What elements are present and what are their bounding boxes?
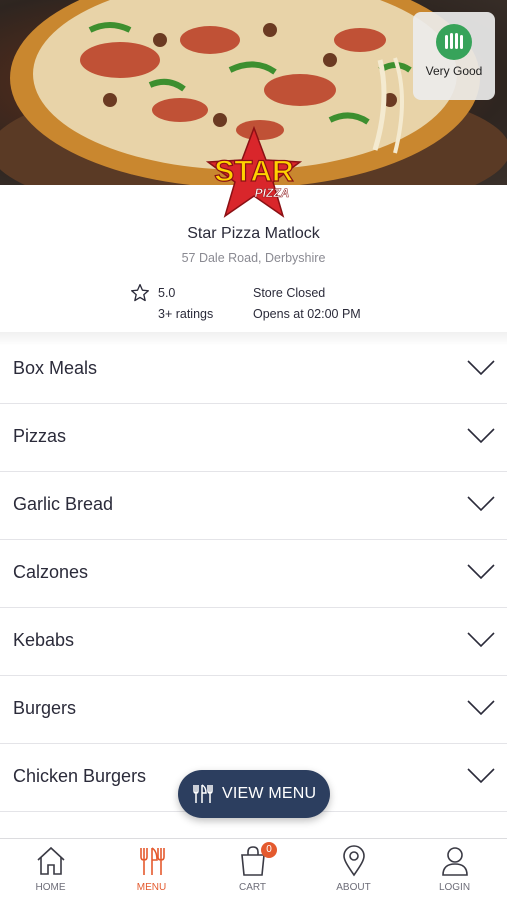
nav-label-home: HOME	[35, 882, 66, 893]
category-label: Chicken Burgers	[13, 766, 147, 786]
chevron-down-icon	[467, 496, 495, 512]
store-status-block: Store Closed Opens at 02:00 PM	[253, 283, 413, 325]
category-label: Garlic Bread	[13, 494, 114, 514]
category-label: Box Meals	[13, 358, 98, 378]
rating-count: 3+ ratings	[158, 307, 214, 321]
nav-label-cart: CART	[238, 882, 267, 893]
category-item-pizzas[interactable]: Pizzas	[0, 404, 507, 472]
hygiene-icon	[436, 24, 472, 60]
category-item-garlic-bread[interactable]: Garlic Bread	[0, 472, 507, 540]
nav-label-about: ABOUT	[336, 882, 371, 893]
category-label: Calzones	[13, 562, 89, 582]
category-item-calzones[interactable]: Calzones	[0, 540, 507, 608]
category-label: Burgers	[13, 698, 77, 718]
chevron-down-icon	[467, 360, 495, 376]
category-label: Kebabs	[13, 630, 75, 650]
location-pin-icon	[343, 845, 365, 877]
view-menu-label: VIEW MENU	[222, 785, 317, 802]
cart-count-badge: 0	[261, 842, 277, 858]
nav-item-menu[interactable]: MENU	[101, 839, 202, 900]
star-icon	[131, 284, 149, 302]
logo-text: STAR	[214, 155, 294, 188]
hygiene-rating-label: Very Good	[425, 64, 483, 78]
nav-item-cart[interactable]: 0 CART	[202, 839, 303, 900]
category-item-kebabs[interactable]: Kebabs	[0, 608, 507, 676]
nav-item-home[interactable]: HOME	[0, 839, 101, 900]
logo-subtext: PIZZA	[255, 186, 290, 200]
nav-label-menu: MENU	[136, 882, 167, 893]
nav-label-login: LOGIN	[438, 882, 471, 893]
home-icon	[37, 846, 65, 875]
category-list: Box Meals Pizzas Garlic Bread Calzones K…	[0, 336, 507, 812]
store-name: Star Pizza Matlock	[187, 225, 320, 242]
bottom-navigation: HOME MENU 0 CART ABOUT LOGIN	[0, 838, 507, 900]
chevron-down-icon	[467, 768, 495, 784]
store-opening-time: Opens at 02:00 PM	[253, 307, 361, 321]
rating-block: 5.0 3+ ratings	[130, 283, 240, 325]
chevron-down-icon	[467, 632, 495, 648]
chevron-down-icon	[467, 700, 495, 716]
category-label: Pizzas	[13, 426, 67, 446]
view-menu-button[interactable]: VIEW MENU	[178, 770, 330, 818]
rating-value: 5.0	[158, 286, 176, 300]
category-item-burgers[interactable]: Burgers	[0, 676, 507, 744]
chevron-down-icon	[467, 428, 495, 444]
cutlery-icon	[193, 784, 213, 803]
nav-item-about[interactable]: ABOUT	[303, 839, 404, 900]
store-address: 57 Dale Road, Derbyshire	[181, 251, 326, 265]
cutlery-icon	[140, 847, 165, 875]
store-logo: STAR PIZZA	[200, 125, 308, 222]
store-status: Store Closed	[253, 286, 326, 300]
user-icon	[442, 847, 468, 876]
chevron-down-icon	[467, 564, 495, 580]
nav-item-login[interactable]: LOGIN	[404, 839, 505, 900]
category-item-box-meals[interactable]: Box Meals	[0, 336, 507, 404]
hygiene-rating-badge[interactable]: Very Good	[413, 12, 495, 100]
